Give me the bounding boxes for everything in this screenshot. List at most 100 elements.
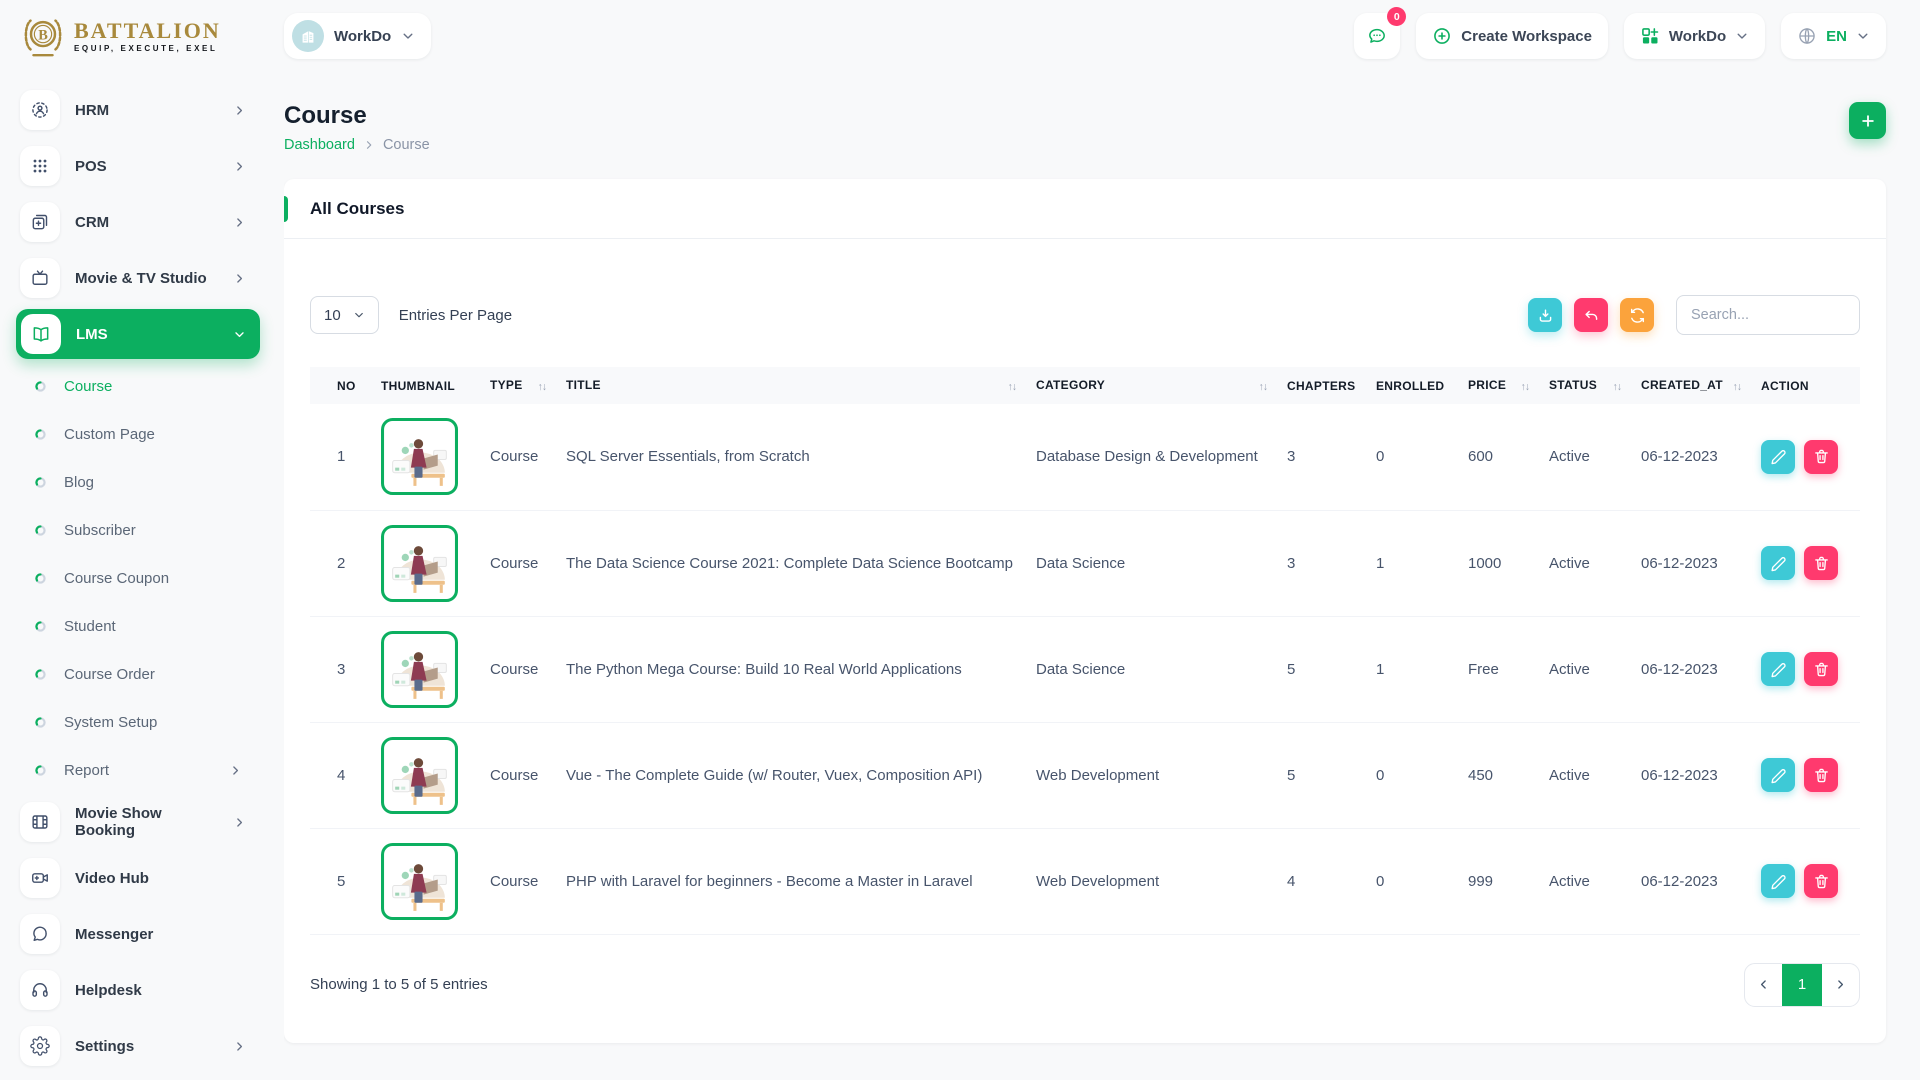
table-row: 5 Course PHP with Laravel for beginners … [310,828,1860,934]
sidebar-subitem-blog[interactable]: Blog [16,458,260,506]
col-created-at[interactable]: CREATED_AT↑↓ [1641,367,1761,404]
sort-icon[interactable]: ↑↓ [1733,381,1742,393]
delete-button[interactable] [1804,652,1838,686]
sidebar-subitem-report[interactable]: Report [16,746,260,794]
sort-icon[interactable]: ↑↓ [538,381,547,393]
previous-page-button[interactable] [1745,964,1782,1006]
breadcrumb-current: Course [383,137,430,153]
sort-icon[interactable]: ↑↓ [1521,381,1530,393]
reset-button[interactable] [1574,298,1608,332]
course-title: PHP with Laravel for beginners - Become … [566,828,1036,934]
delete-button[interactable] [1804,758,1838,792]
subitem-label: Course Coupon [64,570,242,587]
edit-button[interactable] [1761,546,1795,580]
delete-button[interactable] [1804,864,1838,898]
entries-per-page-label: Entries Per Page [399,307,512,324]
delete-button[interactable] [1804,440,1838,474]
laurel-badge-icon [20,11,66,61]
col-price[interactable]: PRICE↑↓ [1468,367,1549,404]
courses-table: NO THUMBNAIL TYPE↑↓ TITLE↑↓ CATEGORY↑↓ C… [310,367,1860,935]
trash-icon [1813,873,1830,890]
course-created-at: 06-12-2023 [1641,510,1761,616]
entries-per-page-select[interactable]: 10 [310,296,379,334]
course-category: Data Science [1036,616,1287,722]
col-status[interactable]: STATUS↑↓ [1549,367,1641,404]
create-workspace-button[interactable]: Create Workspace [1416,13,1608,59]
export-button[interactable] [1528,298,1562,332]
course-status: Active [1549,722,1641,828]
language-label: EN [1826,28,1847,45]
sidebar-subitem-subscriber[interactable]: Subscriber [16,506,260,554]
table-header-row: NO THUMBNAIL TYPE↑↓ TITLE↑↓ CATEGORY↑↓ C… [310,367,1860,404]
course-chapters: 5 [1287,722,1376,828]
breadcrumb-dashboard-link[interactable]: Dashboard [284,137,355,153]
language-selector[interactable]: EN [1781,13,1886,59]
sidebar-subitem-course-coupon[interactable]: Course Coupon [16,554,260,602]
sidebar-subitem-custom-page[interactable]: Custom Page [16,410,260,458]
sidebar-item-helpdesk[interactable]: Helpdesk [16,962,260,1018]
chevron-down-icon [1735,29,1749,43]
subitem-label: System Setup [64,714,242,731]
edit-button[interactable] [1761,758,1795,792]
sidebar-item-label: Helpdesk [75,982,246,999]
card-accent-bar [284,196,288,222]
sidebar-item-movie-tv-studio[interactable]: Movie & TV Studio [16,250,260,306]
brand-logo[interactable]: BATTALION EQUIP, EXECUTE, EXEL [20,11,284,61]
sidebar-subitem-course[interactable]: Course [16,362,260,410]
sidebar: HRM POS CRM Movie & TV Studio LMS Course [0,72,284,1080]
sidebar-item-crm[interactable]: CRM [16,194,260,250]
col-type[interactable]: TYPE↑↓ [490,367,566,404]
sort-icon[interactable]: ↑↓ [1613,381,1622,393]
subitem-label: Report [64,762,212,779]
sidebar-item-lms[interactable]: LMS [16,309,260,359]
reload-button[interactable] [1620,298,1654,332]
course-created-at: 06-12-2023 [1641,722,1761,828]
workspace-selector[interactable]: WorkDo [284,13,431,59]
edit-button[interactable] [1761,652,1795,686]
app-switcher-label: WorkDo [1669,28,1726,45]
sidebar-subitem-system-setup[interactable]: System Setup [16,698,260,746]
sort-icon[interactable]: ↑↓ [1259,381,1268,393]
messages-button[interactable]: 0 [1354,13,1400,59]
add-course-button[interactable] [1849,102,1886,139]
gear-icon [20,1026,60,1066]
delete-button[interactable] [1804,546,1838,580]
row-number: 1 [310,404,381,510]
subitem-label: Course Order [64,666,242,683]
edit-button[interactable] [1761,440,1795,474]
edit-button[interactable] [1761,864,1795,898]
sidebar-item-pos[interactable]: POS [16,138,260,194]
app-root: BATTALION EQUIP, EXECUTE, EXEL WorkDo 0 … [0,0,1920,1080]
sidebar-item-settings[interactable]: Settings [16,1018,260,1074]
app-switcher-button[interactable]: WorkDo [1624,13,1765,59]
action-cell [1761,722,1860,828]
course-thumbnail [381,843,458,920]
col-title[interactable]: TITLE↑↓ [566,367,1036,404]
sidebar-item-label: Messenger [75,926,246,943]
col-enrolled: ENROLLED [1376,367,1468,404]
search-input[interactable] [1676,295,1860,335]
action-cell [1761,404,1860,510]
col-chapters: CHAPTERS [1287,367,1376,404]
sidebar-subitem-course-order[interactable]: Course Order [16,650,260,698]
chevron-down-icon [401,29,415,43]
sidebar-item-movie-show-booking[interactable]: Movie Show Booking [16,794,260,850]
course-category: Data Science [1036,510,1287,616]
course-title: SQL Server Essentials, from Scratch [566,404,1036,510]
sidebar-item-hrm[interactable]: HRM [16,82,260,138]
chevron-down-icon [353,309,365,321]
next-page-button[interactable] [1822,964,1859,1006]
bullet-icon [34,716,47,729]
sort-icon[interactable]: ↑↓ [1008,381,1017,393]
course-price: 450 [1468,722,1549,828]
page-number[interactable]: 1 [1782,964,1822,1006]
sidebar-subitem-student[interactable]: Student [16,602,260,650]
bullet-icon [34,428,47,441]
sidebar-item-video-hub[interactable]: Video Hub [16,850,260,906]
chat-icon [1367,26,1387,46]
col-category[interactable]: CATEGORY↑↓ [1036,367,1287,404]
sidebar-item-messenger[interactable]: Messenger [16,906,260,962]
course-category: Database Design & Development [1036,404,1287,510]
thumbnail-cell [381,722,490,828]
page-title: Course [284,102,430,130]
